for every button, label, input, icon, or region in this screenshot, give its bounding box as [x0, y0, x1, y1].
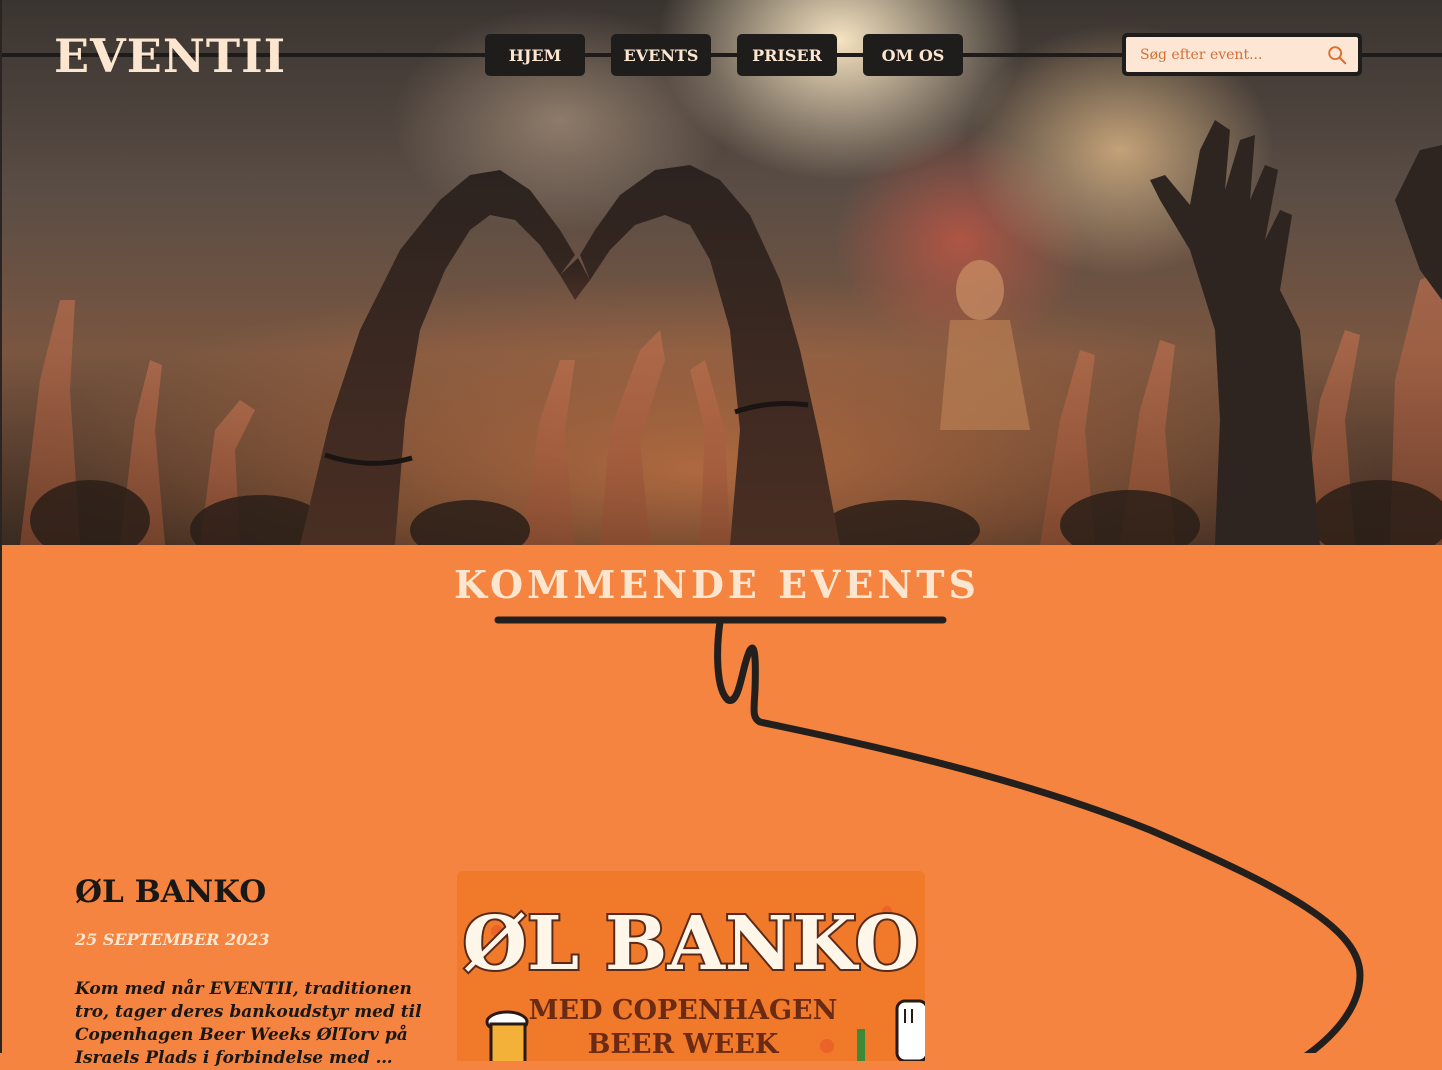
nav-priser-button[interactable]: PRISER: [737, 34, 837, 76]
search-icon[interactable]: [1326, 44, 1348, 66]
page-left-border: [0, 0, 2, 1053]
beer-mug-icon: [485, 1010, 529, 1061]
poster-artwork: ØL BANKO MED COPENHAGEN BEER WEEK: [457, 871, 925, 1061]
nav-events-button[interactable]: EVENTS: [611, 34, 711, 76]
search-field-wrapper: [1126, 37, 1358, 72]
event-date: 25 SEPTEMBER 2023: [75, 930, 270, 949]
site-logo[interactable]: EVENTII: [54, 28, 286, 84]
event-description: Kom med når EVENTII, traditionen tro, ta…: [75, 979, 422, 1068]
nav-hjem-button[interactable]: HJEM: [485, 34, 585, 76]
search-input[interactable]: [1138, 45, 1326, 64]
bottle-icon: [895, 999, 925, 1061]
event-poster-image[interactable]: ØL BANKO MED COPENHAGEN BEER WEEK: [457, 871, 925, 1061]
search-box: [1122, 33, 1362, 76]
poster-headline: ØL BANKO: [463, 901, 920, 987]
poster-subline-1: MED COPENHAGEN: [529, 995, 838, 1026]
poster-subline-2: BEER WEEK: [588, 1029, 780, 1060]
event-title[interactable]: ØL BANKO: [75, 872, 266, 912]
nav-om-os-button[interactable]: OM OS: [863, 34, 963, 76]
